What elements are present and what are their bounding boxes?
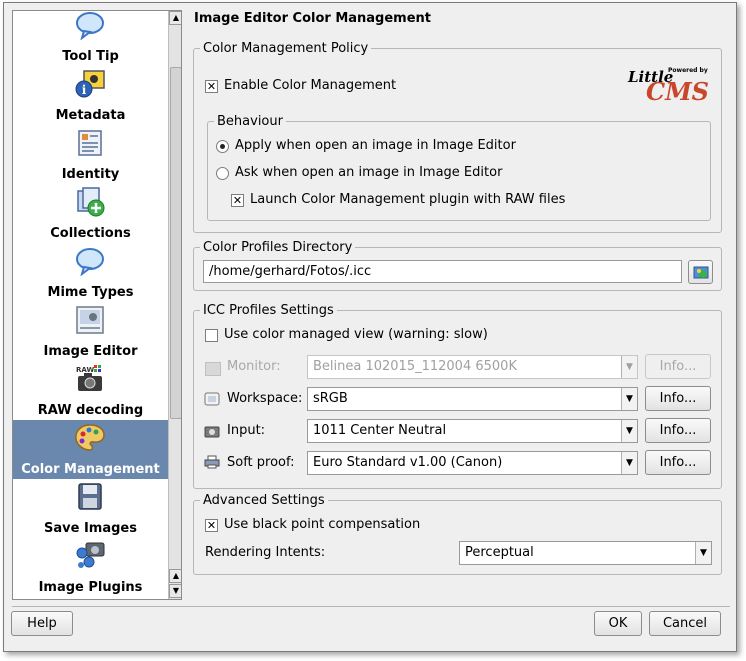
palette-icon	[75, 424, 105, 451]
ask-when-open-label: Ask when open an image in Image Editor	[235, 165, 503, 180]
sidebar-item-label: Color Management	[21, 462, 160, 477]
group-title: Color Management Policy	[203, 41, 369, 56]
sidebar-item-label: Save Images	[44, 521, 137, 536]
identity-card-icon	[78, 130, 102, 156]
scroll-up-arrow-icon[interactable]: ▲	[169, 11, 181, 25]
collections-icon	[77, 187, 105, 217]
group-title: Behaviour	[217, 114, 283, 129]
chevron-down-icon: ▼	[621, 356, 637, 378]
chevron-down-icon: ▼	[621, 420, 637, 442]
sidebar-item-image-plugins[interactable]: Image Plugins	[13, 538, 168, 597]
chevron-down-icon: ▼	[621, 452, 637, 474]
floppy-disk-icon	[78, 483, 102, 510]
sidebar-item-label: Image Plugins	[38, 580, 143, 595]
input-info-button[interactable]: Info...	[645, 418, 711, 443]
group-title: ICC Profiles Settings	[203, 303, 334, 318]
input-label: Input:	[227, 423, 266, 438]
sidebar-item-identity[interactable]: Identity	[13, 125, 168, 184]
ok-button[interactable]: OK	[594, 611, 642, 636]
sidebar-list: Tool Tip i Metadata Identity Collections…	[13, 11, 168, 599]
sidebar-item-color-management[interactable]: Color Management	[13, 420, 168, 479]
image-editor-icon	[76, 306, 104, 334]
speech-bubble-icon	[76, 12, 104, 40]
profiles-directory-input[interactable]: /home/gerhard/Fotos/.icc	[203, 260, 682, 283]
monitor-icon	[205, 362, 221, 376]
launch-plugin-raw-label: Launch Color Management plugin with RAW …	[250, 192, 566, 207]
ask-when-open-radio[interactable]	[216, 167, 229, 180]
littlecms-logo: Powered by Little CMS	[628, 65, 709, 107]
settings-sidebar: Tool Tip i Metadata Identity Collections…	[12, 10, 182, 600]
sidebar-item-metadata[interactable]: i Metadata	[13, 66, 168, 125]
cancel-button[interactable]: Cancel	[649, 611, 721, 636]
chevron-down-icon: ▼	[621, 388, 637, 410]
svg-text:i: i	[82, 83, 87, 97]
workspace-info-button[interactable]: Info...	[645, 386, 711, 411]
chevron-down-icon: ▼	[695, 542, 711, 564]
monitor-label: Monitor:	[227, 359, 281, 374]
scroll-up-arrow-icon[interactable]: ▲	[169, 569, 181, 583]
group-title: Color Profiles Directory	[203, 240, 353, 255]
soft-proof-info-button[interactable]: Info...	[645, 450, 711, 475]
sidebar-scrollbar[interactable]: ▲ ▲ ▼	[168, 11, 181, 599]
enable-color-management-label: Enable Color Management	[224, 78, 397, 93]
setup-dialog: Tool Tip i Metadata Identity Collections…	[3, 2, 737, 652]
svg-text:RAW: RAW	[76, 366, 94, 374]
soft-proof-label: Soft proof:	[227, 455, 295, 470]
workspace-label: Workspace:	[227, 391, 303, 406]
help-button[interactable]: Help	[11, 611, 73, 636]
sidebar-item-label: Identity	[61, 167, 120, 182]
plugins-icon	[76, 542, 105, 568]
camera-icon	[204, 426, 220, 438]
sidebar-item-tool-tip[interactable]: Tool Tip	[13, 11, 168, 66]
sidebar-item-label: RAW decoding	[37, 403, 144, 418]
input-profile-select[interactable]: 1011 Center Neutral ▼	[307, 419, 638, 443]
folder-open-icon	[693, 266, 708, 279]
sidebar-item-image-editor[interactable]: Image Editor	[13, 302, 168, 361]
sidebar-item-label: Image Editor	[43, 344, 138, 359]
black-point-compensation-label: Use black point compensation	[224, 517, 421, 532]
info-photo-icon: i	[75, 70, 105, 98]
apply-when-open-radio[interactable]	[216, 140, 229, 153]
use-managed-view-checkbox[interactable]	[205, 329, 218, 342]
group-title: Advanced Settings	[203, 493, 325, 508]
logo-cms: CMS	[646, 77, 709, 106]
workspace-icon	[204, 392, 220, 406]
use-managed-view-label: Use color managed view (warning: slow)	[224, 327, 488, 342]
launch-plugin-raw-checkbox[interactable]: ✕	[231, 194, 244, 207]
scroll-down-arrow-icon[interactable]: ▼	[169, 584, 181, 598]
sidebar-item-mime-types[interactable]: Mime Types	[13, 243, 168, 302]
enable-color-management-checkbox[interactable]: ✕	[205, 80, 218, 93]
rendering-intents-label: Rendering Intents:	[205, 545, 326, 560]
sidebar-item-label: Mime Types	[47, 285, 134, 300]
rendering-intent-select[interactable]: Perceptual ▼	[459, 541, 712, 565]
black-point-compensation-checkbox[interactable]: ✕	[205, 519, 218, 532]
sidebar-item-label: Tool Tip	[62, 49, 119, 64]
printer-icon	[204, 455, 220, 469]
apply-when-open-label: Apply when open an image in Image Editor	[235, 138, 516, 153]
monitor-profile-select: Belinea 102015_112004 6500K ▼	[307, 355, 638, 379]
sidebar-item-save-images[interactable]: Save Images	[13, 479, 168, 538]
browse-folder-button[interactable]	[688, 260, 713, 284]
monitor-info-button: Info...	[645, 354, 711, 379]
page-title: Image Editor Color Management	[194, 11, 432, 26]
logo-powered-by: Powered by	[668, 67, 708, 74]
sidebar-item-label: Metadata	[55, 108, 126, 123]
raw-camera-icon: RAW	[76, 365, 102, 391]
workspace-profile-select[interactable]: sRGB ▼	[307, 387, 638, 411]
sidebar-item-label: Collections	[50, 226, 131, 241]
soft-proof-profile-select[interactable]: Euro Standard v1.00 (Canon) ▼	[307, 451, 638, 475]
speech-bubble-icon	[76, 248, 104, 276]
scrollbar-thumb[interactable]	[170, 67, 181, 419]
sidebar-item-collections[interactable]: Collections	[13, 184, 168, 243]
footer-separator	[12, 606, 730, 607]
sidebar-item-raw-decoding[interactable]: RAW RAW decoding	[13, 361, 168, 420]
